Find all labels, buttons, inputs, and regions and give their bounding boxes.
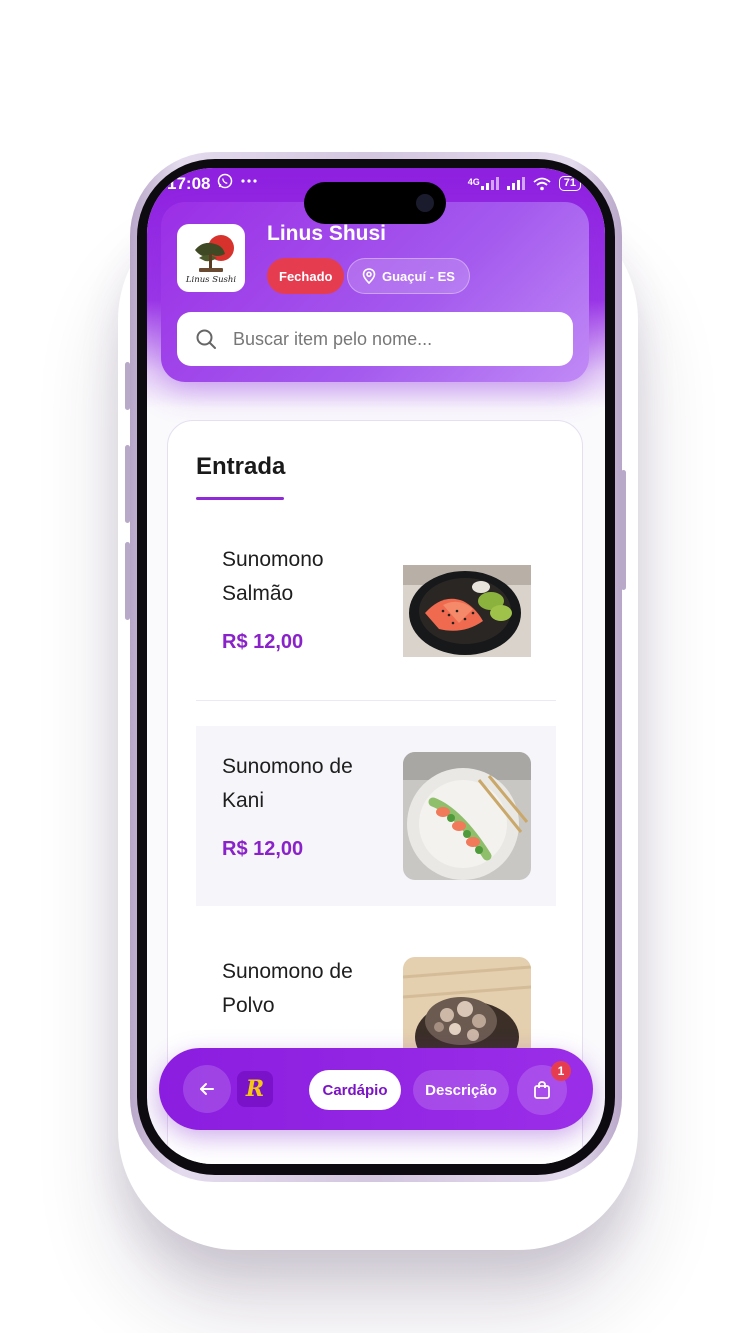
bottom-navigation: R Cardápio Descrição 1 bbox=[159, 1048, 593, 1130]
battery-indicator: 71 bbox=[558, 176, 581, 191]
front-camera bbox=[416, 194, 434, 212]
status-time: 17:08 bbox=[167, 174, 211, 193]
item-name: Sunomono de Polvo bbox=[222, 960, 353, 1017]
search-bar[interactable] bbox=[177, 312, 573, 366]
item-name: Sunomono de Kani bbox=[222, 755, 353, 812]
wifi-icon bbox=[533, 177, 551, 190]
status-system-icons: 4G 71 bbox=[468, 176, 581, 191]
salmon-sunomono-photo bbox=[403, 565, 531, 657]
signal-bars-icon bbox=[506, 177, 525, 190]
svg-text:Linus Sushi: Linus Sushi bbox=[185, 275, 237, 285]
status-badge: Fechado bbox=[267, 258, 345, 294]
action-button bbox=[125, 362, 130, 410]
phone-screen: Linus Sushi Linus Shusi Fechado Guaçuí -… bbox=[147, 168, 605, 1164]
menu-item[interactable]: Sunomono de Kani R$ 12,00 bbox=[196, 726, 556, 906]
more-dots-icon bbox=[241, 179, 257, 183]
volume-up-button bbox=[125, 445, 130, 523]
kani-sunomono-photo bbox=[403, 752, 531, 880]
item-price: R$ 12,00 bbox=[222, 631, 304, 653]
cart-button[interactable]: 1 bbox=[517, 1061, 571, 1115]
store-header-card: Linus Sushi Linus Shusi Fechado Guaçuí -… bbox=[161, 202, 589, 382]
store-logo[interactable]: Linus Sushi bbox=[177, 224, 245, 292]
location-badge[interactable]: Guaçuí - ES bbox=[347, 258, 470, 294]
store-name: Linus Shusi bbox=[267, 222, 387, 245]
arrow-left-icon bbox=[200, 1083, 214, 1095]
tab-cardapio[interactable]: Cardápio bbox=[309, 1070, 401, 1110]
section-title-underline bbox=[196, 497, 284, 500]
status-notification-icons bbox=[217, 173, 257, 189]
location-text: Guaçuí - ES bbox=[382, 268, 455, 284]
item-divider bbox=[196, 700, 556, 701]
tab-descricao[interactable]: Descrição bbox=[413, 1070, 509, 1110]
search-input[interactable] bbox=[231, 327, 555, 351]
shopping-bag-icon bbox=[534, 1081, 550, 1099]
back-button[interactable] bbox=[183, 1065, 231, 1113]
volume-down-button bbox=[125, 542, 130, 620]
power-button bbox=[621, 470, 626, 590]
menu-item[interactable]: Sunomono Salmão R$ 12,00 bbox=[196, 519, 556, 699]
location-pin-icon bbox=[362, 268, 376, 284]
section-title: Entrada bbox=[196, 453, 286, 480]
signal-4g-icon: 4G bbox=[468, 177, 499, 190]
whatsapp-icon bbox=[217, 173, 233, 189]
item-image[interactable] bbox=[403, 565, 531, 657]
brand-logo[interactable]: R bbox=[237, 1071, 273, 1107]
item-image[interactable] bbox=[403, 752, 531, 880]
item-price: R$ 12,00 bbox=[222, 838, 304, 860]
dynamic-island bbox=[304, 182, 446, 224]
cart-count-badge: 1 bbox=[551, 1061, 571, 1081]
bonsai-logo-icon: Linus Sushi bbox=[185, 235, 237, 285]
item-name: Sunomono Salmão bbox=[222, 548, 324, 605]
search-icon bbox=[196, 329, 216, 349]
